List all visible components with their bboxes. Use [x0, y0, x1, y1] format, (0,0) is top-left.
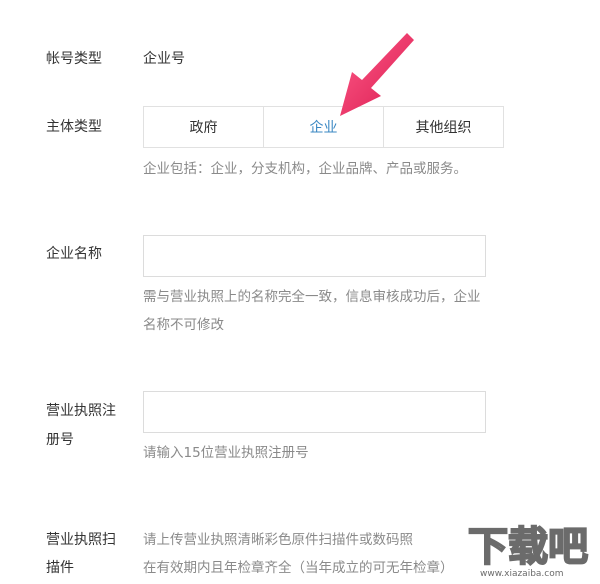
watermark-url: www.xiazaiba.com [480, 569, 564, 579]
arrow-pointer-icon [340, 33, 414, 116]
watermark-logo-icon: 下载吧 www.xiazaiba.com [467, 523, 589, 579]
watermark-logo: 下载吧 www.xiazaiba.com [464, 514, 600, 584]
watermark-logo-text: 下载吧 [468, 524, 588, 570]
